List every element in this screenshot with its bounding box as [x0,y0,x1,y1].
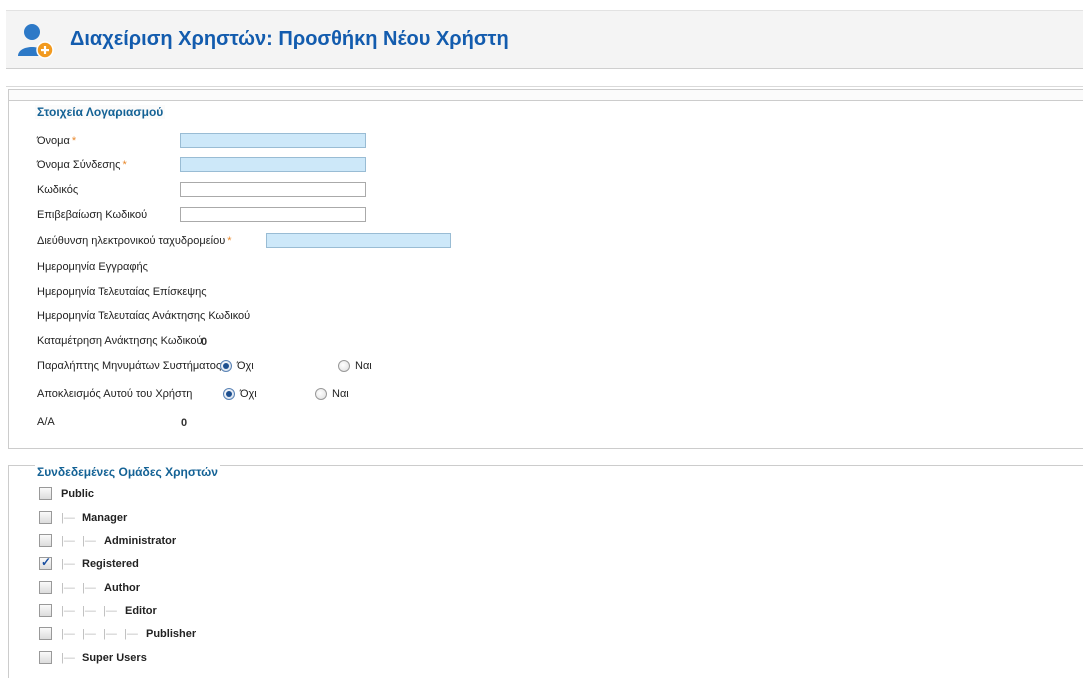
group-checkbox-publisher[interactable] [39,627,52,640]
tree-connector: |— [61,652,75,664]
account-details-legend: Στοιχεία Λογαριασμού [35,105,166,119]
id-label: Α/Α [37,416,55,428]
group-name: Editor [125,605,157,617]
send-email-label: Παραλήπτης Μηνυμάτων Συστήματος [37,360,222,372]
tree-connector: |— [82,582,96,594]
group-name: Public [61,488,95,500]
name-row: Όνομα * [37,133,76,149]
user-groups-fieldset: Συνδεδεμένες Ομάδες Χρηστών Public |— Ma… [8,465,1083,678]
group-name: Manager [82,512,128,524]
block-row: Αποκλεισμός Αυτού του Χρήστη [37,386,192,402]
username-input[interactable] [180,157,366,172]
send-email-row: Παραλήπτης Μηνυμάτων Συστήματος [37,358,221,374]
tree-connector: |— [61,628,75,640]
password-label: Κωδικός [37,184,79,196]
password2-row: Επιβεβαίωση Κωδικού [37,207,147,223]
page-header: Διαχείριση Χρηστών: Προσθήκη Νέου Χρήστη [6,10,1083,69]
required-mark: * [122,159,127,171]
group-name: Author [104,582,141,594]
register-date-row: Ημερομηνία Εγγραφής [37,259,148,275]
username-label: Όνομα Σύνδεσης [37,159,121,171]
reset-count-value: 0 [201,336,208,348]
tree-connector: |— [103,628,117,640]
send-email-no-radio[interactable] [220,360,232,372]
email-row: Διεύθυνση ηλεκτρονικού ταχυδρομείου * [37,233,231,249]
password-row: Κωδικός [37,182,78,198]
tree-connector: |— [82,628,96,640]
email-label: Διεύθυνση ηλεκτρονικού ταχυδρομείου [37,235,226,247]
divider [6,86,1083,87]
block-label: Αποκλεισμός Αυτού του Χρήστη [37,388,193,400]
last-visit-row: Ημερομηνία Τελευταίας Επίσκεψης [37,284,207,300]
group-checkbox-editor[interactable] [39,604,52,617]
user-groups-legend: Συνδεδεμένες Ομάδες Χρηστών [35,465,220,479]
register-date-label: Ημερομηνία Εγγραφής [37,261,148,273]
required-mark: * [227,235,232,247]
id-row: Α/Α [37,414,55,430]
block-no-label: Όχι [240,388,257,400]
tree-connector: |— [61,512,75,524]
group-checkbox-manager[interactable] [39,511,52,524]
group-checkbox-super-users[interactable] [39,651,52,664]
send-email-no-label: Όχι [237,360,254,372]
group-name: Super Users [82,652,147,664]
name-input[interactable] [180,133,366,148]
group-checkbox-author[interactable] [39,581,52,594]
tree-connector: |— [61,582,75,594]
group-name: Registered [82,558,139,570]
page-title: Διαχείριση Χρηστών: Προσθήκη Νέου Χρήστη [70,28,509,50]
email-input[interactable] [266,233,451,248]
required-mark: * [71,135,77,147]
group-checkbox-public[interactable] [39,487,52,500]
group-name: Publisher [146,628,197,640]
user-add-icon [18,24,54,59]
block-yes-label: Ναι [332,388,349,400]
group-checkbox-registered[interactable] [39,555,52,570]
block-yes-radio[interactable] [315,388,327,400]
password2-label: Επιβεβαίωση Κωδικού [37,209,148,221]
username-row: Όνομα Σύνδεσης * [37,157,127,173]
tree-connector: |— [82,535,96,547]
tree-connector: |— [103,605,117,617]
account-details-fieldset: Στοιχεία Λογαριασμού Όνομα * Όνομα Σύνδεσ… [8,89,1083,449]
password-input[interactable] [180,182,366,197]
tree-connector: |— [82,605,96,617]
last-reset-label: Ημερομηνία Τελευταίας Ανάκτησης Κωδικού [37,310,251,322]
last-visit-label: Ημερομηνία Τελευταίας Επίσκεψης [37,286,207,298]
block-no-radio[interactable] [223,388,235,400]
send-email-yes-radio[interactable] [338,360,350,372]
send-email-yes-label: Ναι [355,360,372,372]
last-reset-row: Ημερομηνία Τελευταίας Ανάκτησης Κωδικού [37,308,250,324]
group-checkbox-administrator[interactable] [39,534,52,547]
reset-count-row: Καταμέτρηση Ανάκτησης Κωδικού [37,333,203,349]
group-name: Administrator [104,535,177,547]
tree-connector: |— [61,535,75,547]
id-value: 0 [181,417,188,429]
tree-connector: |— [61,605,75,617]
reset-count-label: Καταμέτρηση Ανάκτησης Κωδικού [37,335,203,347]
tree-connector: |— [124,628,138,640]
password2-input[interactable] [180,207,366,222]
name-label: Όνομα [37,135,70,147]
tree-connector: |— [61,558,75,570]
